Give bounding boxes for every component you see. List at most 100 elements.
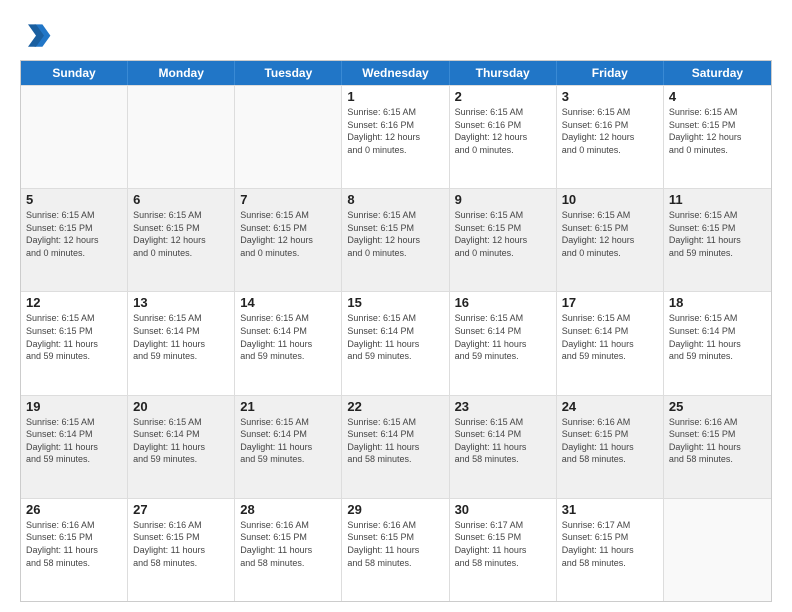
day-info: Sunrise: 6:16 AMSunset: 6:15 PMDaylight:… [240, 519, 336, 569]
day-cell: 16 Sunrise: 6:15 AMSunset: 6:14 PMDayligh… [450, 292, 557, 394]
logo [20, 18, 56, 50]
day-number: 4 [669, 89, 766, 104]
empty-cell [21, 86, 128, 188]
day-info: Sunrise: 6:15 AMSunset: 6:14 PMDaylight:… [240, 416, 336, 466]
calendar-row: 26Sunrise: 6:16 AMSunset: 6:15 PMDayligh… [21, 498, 771, 601]
day-number: 24 [562, 399, 658, 414]
day-info: Sunrise: 6:15 AMSunset: 6:14 PMDaylight:… [562, 312, 658, 362]
day-number: 6 [133, 192, 229, 207]
day-info: Sunrise: 6:16 AMSunset: 6:15 PMDaylight:… [669, 416, 766, 466]
day-number: 1 [347, 89, 443, 104]
day-info: Sunrise: 6:17 AMSunset: 6:15 PMDaylight:… [562, 519, 658, 569]
day-info: Sunrise: 6:15 AMSunset: 6:14 PMDaylight:… [347, 416, 443, 466]
day-info: Sunrise: 6:15 AMSunset: 6:16 PMDaylight:… [455, 106, 551, 156]
weekday-header: Saturday [664, 61, 771, 85]
day-cell: 6 Sunrise: 6:15 AMSunset: 6:15 PMDaylight… [128, 189, 235, 291]
day-cell: 30Sunrise: 6:17 AMSunset: 6:15 PMDayligh… [450, 499, 557, 601]
calendar-row: 12 Sunrise: 6:15 AMSunset: 6:15 PMDayligh… [21, 291, 771, 394]
day-cell: 13 Sunrise: 6:15 AMSunset: 6:14 PMDayligh… [128, 292, 235, 394]
day-info: Sunrise: 6:15 AMSunset: 6:15 PMDaylight:… [240, 209, 336, 259]
day-cell: 14Sunrise: 6:15 AMSunset: 6:14 PMDayligh… [235, 292, 342, 394]
day-info: Sunrise: 6:15 AMSunset: 6:15 PMDaylight:… [26, 312, 122, 362]
day-number: 11 [669, 192, 766, 207]
empty-cell [664, 499, 771, 601]
day-number: 13 [133, 295, 229, 310]
day-cell: 7Sunrise: 6:15 AMSunset: 6:15 PMDaylight… [235, 189, 342, 291]
empty-cell [128, 86, 235, 188]
day-info: Sunrise: 6:15 AMSunset: 6:14 PMDaylight:… [133, 312, 229, 362]
page: SundayMondayTuesdayWednesdayThursdayFrid… [0, 0, 792, 612]
day-info: Sunrise: 6:15 AMSunset: 6:14 PMDaylight:… [455, 416, 551, 466]
empty-cell [235, 86, 342, 188]
day-number: 27 [133, 502, 229, 517]
day-info: Sunrise: 6:15 AMSunset: 6:16 PMDaylight:… [562, 106, 658, 156]
weekday-header: Thursday [450, 61, 557, 85]
weekday-header: Monday [128, 61, 235, 85]
day-cell: 20Sunrise: 6:15 AMSunset: 6:14 PMDayligh… [128, 396, 235, 498]
day-number: 28 [240, 502, 336, 517]
day-cell: 11Sunrise: 6:15 AMSunset: 6:15 PMDayligh… [664, 189, 771, 291]
day-number: 5 [26, 192, 122, 207]
weekday-header: Tuesday [235, 61, 342, 85]
day-number: 2 [455, 89, 551, 104]
day-number: 29 [347, 502, 443, 517]
day-number: 10 [562, 192, 658, 207]
day-cell: 26Sunrise: 6:16 AMSunset: 6:15 PMDayligh… [21, 499, 128, 601]
day-info: Sunrise: 6:16 AMSunset: 6:15 PMDaylight:… [347, 519, 443, 569]
header [20, 18, 772, 50]
day-number: 15 [347, 295, 443, 310]
day-cell: 9 Sunrise: 6:15 AMSunset: 6:15 PMDaylight… [450, 189, 557, 291]
day-cell: 31Sunrise: 6:17 AMSunset: 6:15 PMDayligh… [557, 499, 664, 601]
calendar-body: 1 Sunrise: 6:15 AMSunset: 6:16 PMDaylight… [21, 85, 771, 601]
day-info: Sunrise: 6:15 AMSunset: 6:14 PMDaylight:… [347, 312, 443, 362]
day-number: 8 [347, 192, 443, 207]
day-cell: 22 Sunrise: 6:15 AMSunset: 6:14 PMDayligh… [342, 396, 449, 498]
weekday-header: Wednesday [342, 61, 449, 85]
day-number: 9 [455, 192, 551, 207]
day-cell: 28 Sunrise: 6:16 AMSunset: 6:15 PMDayligh… [235, 499, 342, 601]
day-info: Sunrise: 6:15 AMSunset: 6:15 PMDaylight:… [347, 209, 443, 259]
day-cell: 3 Sunrise: 6:15 AMSunset: 6:16 PMDaylight… [557, 86, 664, 188]
day-number: 14 [240, 295, 336, 310]
day-cell: 5 Sunrise: 6:15 AMSunset: 6:15 PMDaylight… [21, 189, 128, 291]
weekday-header: Sunday [21, 61, 128, 85]
day-info: Sunrise: 6:15 AMSunset: 6:15 PMDaylight:… [669, 106, 766, 156]
day-cell: 19Sunrise: 6:15 AMSunset: 6:14 PMDayligh… [21, 396, 128, 498]
day-cell: 29 Sunrise: 6:16 AMSunset: 6:15 PMDayligh… [342, 499, 449, 601]
calendar-row: 19 Sunrise: 6:15 AMSunset: 6:14 PMDayligh… [21, 395, 771, 498]
day-number: 3 [562, 89, 658, 104]
day-cell: 2 Sunrise: 6:15 AMSunset: 6:16 PMDaylight… [450, 86, 557, 188]
calendar-row: 1 Sunrise: 6:15 AMSunset: 6:16 PMDaylight… [21, 85, 771, 188]
day-info: Sunrise: 6:16 AMSunset: 6:15 PMDaylight:… [26, 519, 122, 569]
day-info: Sunrise: 6:16 AMSunset: 6:15 PMDaylight:… [133, 519, 229, 569]
day-cell: 1 Sunrise: 6:15 AMSunset: 6:16 PMDaylight… [342, 86, 449, 188]
weekday-header: Friday [557, 61, 664, 85]
day-info: Sunrise: 6:15 AMSunset: 6:14 PMDaylight:… [455, 312, 551, 362]
day-info: Sunrise: 6:15 AMSunset: 6:14 PMDaylight:… [669, 312, 766, 362]
day-info: Sunrise: 6:15 AMSunset: 6:15 PMDaylight:… [133, 209, 229, 259]
day-info: Sunrise: 6:15 AMSunset: 6:15 PMDaylight:… [562, 209, 658, 259]
day-info: Sunrise: 6:16 AMSunset: 6:15 PMDaylight:… [562, 416, 658, 466]
day-cell: 18Sunrise: 6:15 AMSunset: 6:14 PMDayligh… [664, 292, 771, 394]
day-info: Sunrise: 6:15 AMSunset: 6:16 PMDaylight:… [347, 106, 443, 156]
day-cell: 25Sunrise: 6:16 AMSunset: 6:15 PMDayligh… [664, 396, 771, 498]
day-cell: 21Sunrise: 6:15 AMSunset: 6:14 PMDayligh… [235, 396, 342, 498]
day-number: 19 [26, 399, 122, 414]
day-number: 22 [347, 399, 443, 414]
day-cell: 10 Sunrise: 6:15 AMSunset: 6:15 PMDayligh… [557, 189, 664, 291]
day-number: 17 [562, 295, 658, 310]
day-number: 23 [455, 399, 551, 414]
day-cell: 27 Sunrise: 6:16 AMSunset: 6:15 PMDayligh… [128, 499, 235, 601]
day-info: Sunrise: 6:15 AMSunset: 6:15 PMDaylight:… [455, 209, 551, 259]
day-cell: 4 Sunrise: 6:15 AMSunset: 6:15 PMDaylight… [664, 86, 771, 188]
day-cell: 17 Sunrise: 6:15 AMSunset: 6:14 PMDayligh… [557, 292, 664, 394]
day-cell: 24 Sunrise: 6:16 AMSunset: 6:15 PMDayligh… [557, 396, 664, 498]
logo-icon [20, 18, 52, 50]
day-number: 16 [455, 295, 551, 310]
day-info: Sunrise: 6:15 AMSunset: 6:15 PMDaylight:… [26, 209, 122, 259]
calendar-row: 5 Sunrise: 6:15 AMSunset: 6:15 PMDaylight… [21, 188, 771, 291]
day-number: 20 [133, 399, 229, 414]
day-cell: 15 Sunrise: 6:15 AMSunset: 6:14 PMDayligh… [342, 292, 449, 394]
day-number: 12 [26, 295, 122, 310]
day-cell: 8 Sunrise: 6:15 AMSunset: 6:15 PMDaylight… [342, 189, 449, 291]
